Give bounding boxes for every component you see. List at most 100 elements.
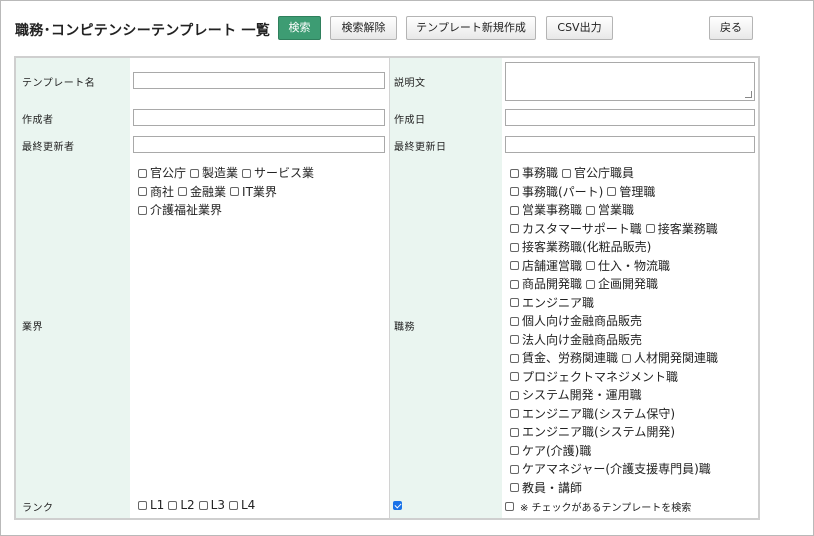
job-option[interactable]: 店舗運営職 xyxy=(510,257,582,275)
job-checkbox[interactable] xyxy=(510,427,519,437)
csv-export-button[interactable]: CSV出力 xyxy=(546,16,613,40)
job-option[interactable]: 事務職 xyxy=(510,164,558,182)
industry-option[interactable]: 金融業 xyxy=(178,183,226,201)
job-row: 事務職(パート) 管理職 xyxy=(510,183,722,202)
job-option-label: エンジニア職(システム保守) xyxy=(522,406,676,421)
description-textarea[interactable] xyxy=(505,62,755,101)
last-updater-input[interactable] xyxy=(133,136,385,153)
job-checkbox[interactable] xyxy=(510,316,519,326)
job-option[interactable]: システム開発・運用職 xyxy=(510,386,642,404)
job-checkbox[interactable] xyxy=(586,261,596,270)
rank-option[interactable]: L2 xyxy=(168,496,195,514)
job-option[interactable]: カスタマーサポート職 xyxy=(510,220,642,238)
checked-template-search-checkbox[interactable] xyxy=(505,502,514,511)
search-button[interactable]: 検索 xyxy=(278,16,321,40)
job-option[interactable]: エンジニア職(システム保守) xyxy=(510,405,675,423)
job-option[interactable]: プロジェクトマネジメント職 xyxy=(510,368,678,386)
page-title: 職務･コンピテンシーテンプレート 一覧 xyxy=(15,23,271,39)
job-option[interactable]: ケア(介護)職 xyxy=(510,442,591,460)
job-option[interactable]: 接客業務職 xyxy=(645,220,718,238)
new-template-button[interactable]: テンプレート新規作成 xyxy=(406,16,536,40)
industry-option[interactable]: IT業界 xyxy=(230,183,277,201)
created-date-input[interactable] xyxy=(505,109,755,126)
template-name-input[interactable] xyxy=(133,72,385,89)
job-checkbox[interactable] xyxy=(586,205,596,215)
job-option[interactable]: 教員・講師 xyxy=(510,479,582,497)
job-option[interactable]: 仕入・物流職 xyxy=(586,257,670,275)
label-last-updated-date: 最終更新日 xyxy=(394,142,447,153)
job-option[interactable]: 事務職(パート) xyxy=(510,183,603,201)
job-checkbox[interactable] xyxy=(510,483,519,492)
job-option[interactable]: 接客業務職(化粧品販売) xyxy=(510,238,651,256)
job-checkbox[interactable] xyxy=(645,224,655,233)
job-checkbox[interactable] xyxy=(586,279,596,289)
industry-checkbox[interactable] xyxy=(230,187,240,196)
job-checkbox[interactable] xyxy=(510,446,519,455)
job-checkbox[interactable] xyxy=(510,224,519,233)
industry-checkbox[interactable] xyxy=(242,168,252,178)
job-option[interactable]: 営業事務職 xyxy=(510,201,582,219)
job-checkbox[interactable] xyxy=(510,372,519,381)
clear-search-button[interactable]: 検索解除 xyxy=(330,16,397,40)
job-checkbox[interactable] xyxy=(510,261,519,270)
job-row: 事務職 官公庁職員 xyxy=(510,164,722,183)
job-checkbox[interactable] xyxy=(622,353,632,363)
job-checkbox[interactable] xyxy=(607,187,617,196)
job-option[interactable]: 賃金、労務関連職 xyxy=(510,349,618,367)
job-row: 個人向け金融商品販売 xyxy=(510,312,722,331)
industry-checkbox[interactable] xyxy=(138,187,147,196)
job-option[interactable]: エンジニア職 xyxy=(510,294,594,312)
job-option-label: 企画開発職 xyxy=(598,277,659,291)
industry-checkbox[interactable] xyxy=(138,168,147,178)
rank-checkbox[interactable] xyxy=(228,500,238,510)
job-option[interactable]: 人材開発関連職 xyxy=(622,349,718,367)
job-option[interactable]: 営業職 xyxy=(586,201,634,219)
rank-option-label: L3 xyxy=(210,498,225,512)
job-checkbox[interactable] xyxy=(562,168,572,178)
rank-option[interactable]: L3 xyxy=(198,496,225,514)
job-checkbox[interactable] xyxy=(510,353,519,363)
label-job: 職務 xyxy=(394,322,415,333)
job-option[interactable]: 個人向け金融商品販売 xyxy=(510,312,642,330)
industry-checkbox[interactable] xyxy=(178,187,188,196)
job-option[interactable]: 商品開発職 xyxy=(510,275,582,293)
job-option[interactable]: 官公庁職員 xyxy=(562,164,634,182)
industry-option[interactable]: 官公庁 xyxy=(138,164,186,182)
resize-handle-icon[interactable] xyxy=(745,91,752,98)
job-option-label: 事務職 xyxy=(522,166,559,180)
job-checkbox[interactable] xyxy=(510,298,519,307)
industry-option[interactable]: 商社 xyxy=(138,183,174,201)
rank-checkbox[interactable] xyxy=(168,500,178,510)
job-option[interactable]: エンジニア職(システム開発) xyxy=(510,423,675,441)
job-option-label: システム開発・運用職 xyxy=(522,388,642,402)
job-checkbox[interactable] xyxy=(510,390,519,400)
job-checkbox[interactable] xyxy=(510,187,519,196)
job-checkbox[interactable] xyxy=(510,205,519,215)
job-option[interactable]: 法人向け金融商品販売 xyxy=(510,331,642,349)
job-checkbox[interactable] xyxy=(510,242,519,252)
rank-option[interactable]: L1 xyxy=(138,496,164,514)
back-button[interactable]: 戻る xyxy=(709,16,753,40)
industry-checkbox[interactable] xyxy=(138,205,147,215)
rank-flag-checkbox[interactable] xyxy=(393,501,402,510)
job-option[interactable]: 管理職 xyxy=(607,183,655,201)
industry-option[interactable]: 製造業 xyxy=(190,164,238,182)
creator-input[interactable] xyxy=(133,109,385,126)
job-option[interactable]: ケアマネジャー(介護支援専門員)職 xyxy=(510,460,711,478)
job-checkbox[interactable] xyxy=(510,464,519,474)
job-checkbox[interactable] xyxy=(510,335,519,344)
industry-option[interactable]: サービス業 xyxy=(242,164,314,182)
label-last-updater: 最終更新者 xyxy=(22,142,75,153)
rank-checkbox[interactable] xyxy=(198,500,208,510)
job-option-label: 管理職 xyxy=(619,184,656,199)
job-option[interactable]: 企画開発職 xyxy=(586,275,658,293)
job-checkbox[interactable] xyxy=(510,168,519,178)
rank-option[interactable]: L4 xyxy=(228,496,255,514)
industry-option[interactable]: 介護福祉業界 xyxy=(138,201,222,219)
industry-checkbox[interactable] xyxy=(190,168,200,178)
job-checkbox[interactable] xyxy=(510,409,519,418)
rank-checkbox[interactable] xyxy=(138,500,147,510)
job-option-label: 営業職 xyxy=(598,203,635,217)
last-updated-date-input[interactable] xyxy=(505,136,755,153)
job-checkbox[interactable] xyxy=(510,279,519,289)
